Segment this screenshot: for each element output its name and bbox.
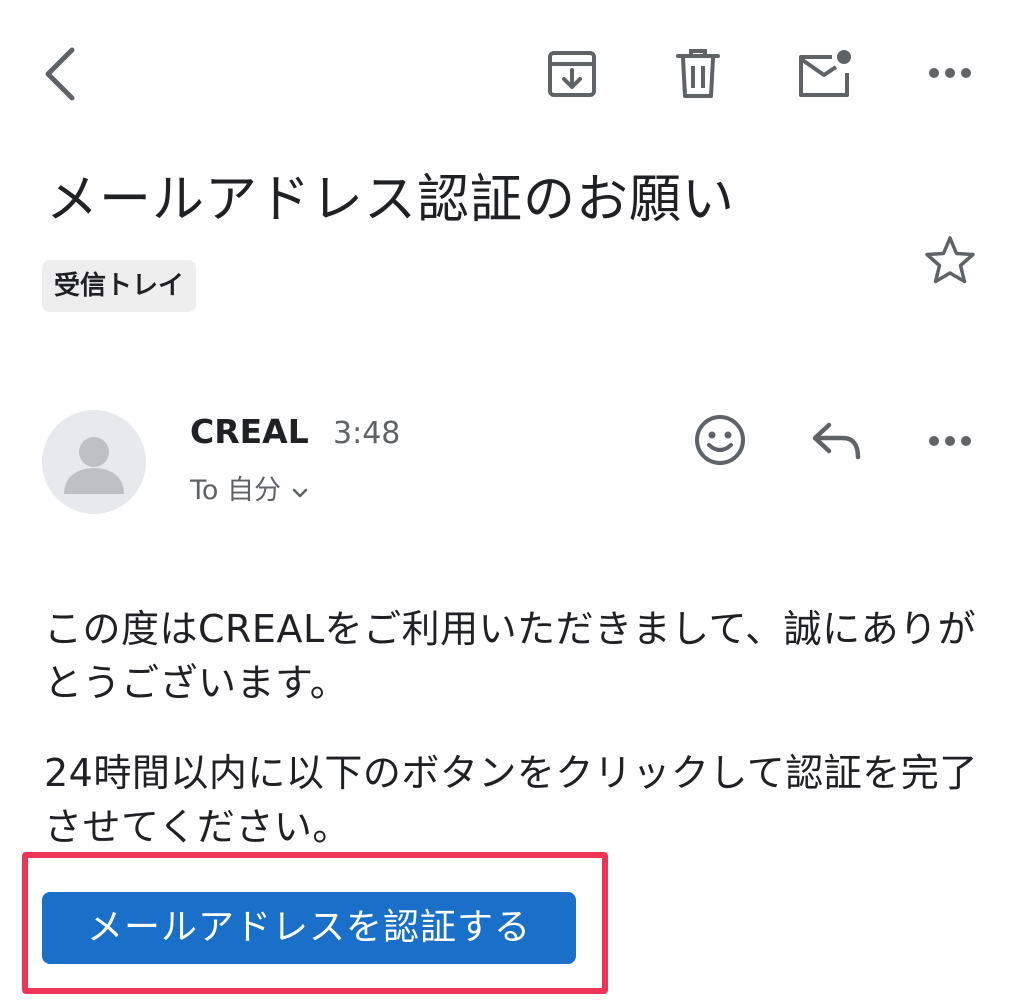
body-paragraph-greeting: この度はCREALをご利用いただきまして、誠にありがとうございます。 [44,607,977,705]
mark-unread-button[interactable] [792,42,858,104]
reply-icon [811,421,863,463]
chevron-left-icon [42,46,78,102]
sender-name: CREAL [190,412,309,451]
inbox-label-chip[interactable]: 受信トレイ [42,260,197,312]
star-button[interactable] [918,230,982,290]
more-horizontal-icon [928,67,972,79]
reaction-button[interactable] [688,410,752,470]
archive-icon [547,49,597,99]
more-horizontal-icon [928,435,972,447]
recipient-details-toggle[interactable]: To 自分 [190,471,309,511]
message-more-button[interactable] [920,418,980,464]
delete-button[interactable] [666,44,730,104]
email-subject: メールアドレス認証のお願い [46,170,736,230]
smiley-icon [693,413,747,467]
back-button[interactable] [30,40,90,108]
archive-button[interactable] [540,44,604,104]
mail-unread-icon [796,47,854,99]
star-icon [924,235,976,285]
verify-email-button[interactable]: メールアドレスを認証する [42,892,576,964]
more-options-button[interactable] [920,50,980,96]
chevron-down-icon [291,471,309,511]
reply-button[interactable] [806,414,868,470]
person-icon [64,437,124,494]
sender-avatar[interactable] [42,410,146,514]
sent-time: 3:48 [333,416,401,451]
trash-icon [676,48,720,100]
recipient-text: To 自分 [190,475,282,506]
body-paragraph-instruction: 24時間以内に以下のボタンをクリックして認証を完了させてください。 [44,751,978,849]
